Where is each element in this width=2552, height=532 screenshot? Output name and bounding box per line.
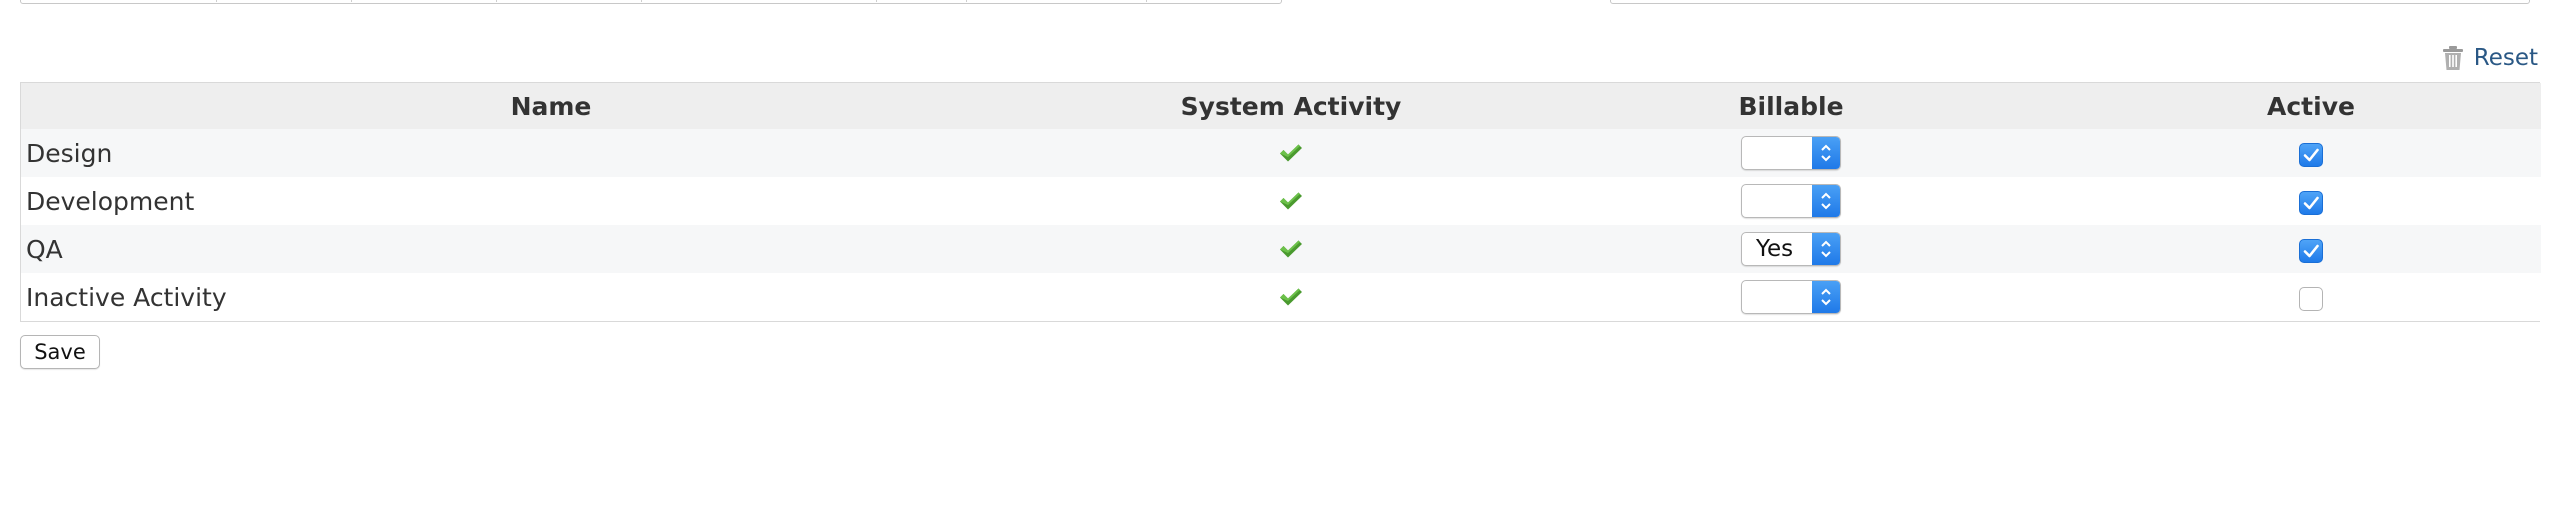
active-cell bbox=[2081, 273, 2541, 321]
active-checkbox[interactable] bbox=[2299, 190, 2323, 215]
filter-field-left[interactable] bbox=[20, 0, 1282, 4]
select-arrows-icon bbox=[1812, 137, 1840, 169]
billable-cell bbox=[1501, 273, 2081, 321]
activity-name: Design bbox=[26, 138, 113, 168]
activity-name: QA bbox=[26, 234, 63, 264]
field-divider bbox=[966, 0, 967, 2]
field-divider bbox=[876, 0, 877, 2]
select-arrows-icon bbox=[1812, 281, 1840, 313]
active-cell bbox=[2081, 225, 2541, 273]
activities-table: Name System Activity Billable Active Des… bbox=[20, 82, 2541, 322]
field-divider bbox=[216, 0, 217, 2]
system-activity-cell bbox=[1081, 273, 1501, 321]
system-activity-cell bbox=[1081, 225, 1501, 273]
save-button[interactable]: Save bbox=[20, 335, 100, 369]
column-header-system-activity[interactable]: System Activity bbox=[1081, 83, 1501, 129]
active-cell bbox=[2081, 177, 2541, 225]
checkmark-icon bbox=[1279, 235, 1303, 264]
trash-icon bbox=[2442, 45, 2464, 71]
table-header-row: Name System Activity Billable Active bbox=[21, 83, 2541, 129]
active-checkbox[interactable] bbox=[2299, 286, 2323, 311]
billable-select-value: Yes bbox=[1756, 236, 1794, 262]
billable-select-value bbox=[1742, 137, 1812, 169]
table-row: Design bbox=[21, 129, 2541, 177]
checkmark-icon bbox=[1279, 283, 1303, 312]
checkmark-icon bbox=[1279, 187, 1303, 216]
system-activity-cell bbox=[1081, 129, 1501, 177]
activity-name: Development bbox=[26, 186, 195, 216]
billable-select[interactable] bbox=[1741, 280, 1841, 314]
billable-select-value bbox=[1742, 281, 1812, 313]
active-checkbox[interactable] bbox=[2299, 142, 2323, 167]
activity-name: Inactive Activity bbox=[26, 282, 227, 312]
active-checkbox[interactable] bbox=[2299, 238, 2323, 263]
table-row: QA Yes bbox=[21, 225, 2541, 273]
active-cell bbox=[2081, 129, 2541, 177]
table-row: Inactive Activity bbox=[21, 273, 2541, 321]
column-header-billable[interactable]: Billable bbox=[1501, 83, 2081, 129]
billable-select-value bbox=[1742, 185, 1812, 217]
select-arrows-icon bbox=[1812, 185, 1840, 217]
billable-select[interactable]: Yes bbox=[1741, 232, 1841, 266]
billable-select[interactable] bbox=[1741, 136, 1841, 170]
select-arrows-icon bbox=[1812, 233, 1840, 265]
column-header-name[interactable]: Name bbox=[21, 83, 1081, 129]
field-divider bbox=[496, 0, 497, 2]
top-filter-strip bbox=[0, 0, 2552, 10]
table-row: Development bbox=[21, 177, 2541, 225]
billable-cell: Yes bbox=[1501, 225, 2081, 273]
reset-label: Reset bbox=[2473, 45, 2538, 71]
column-header-active[interactable]: Active bbox=[2081, 83, 2541, 129]
field-divider bbox=[351, 0, 352, 2]
billable-cell bbox=[1501, 177, 2081, 225]
billable-cell bbox=[1501, 129, 2081, 177]
checkmark-icon bbox=[1279, 139, 1303, 168]
reset-link[interactable]: Reset bbox=[2442, 43, 2538, 73]
system-activity-cell bbox=[1081, 177, 1501, 225]
billable-select[interactable] bbox=[1741, 184, 1841, 218]
field-divider bbox=[641, 0, 642, 2]
filter-field-right[interactable] bbox=[1610, 0, 2530, 4]
field-divider bbox=[1146, 0, 1147, 2]
